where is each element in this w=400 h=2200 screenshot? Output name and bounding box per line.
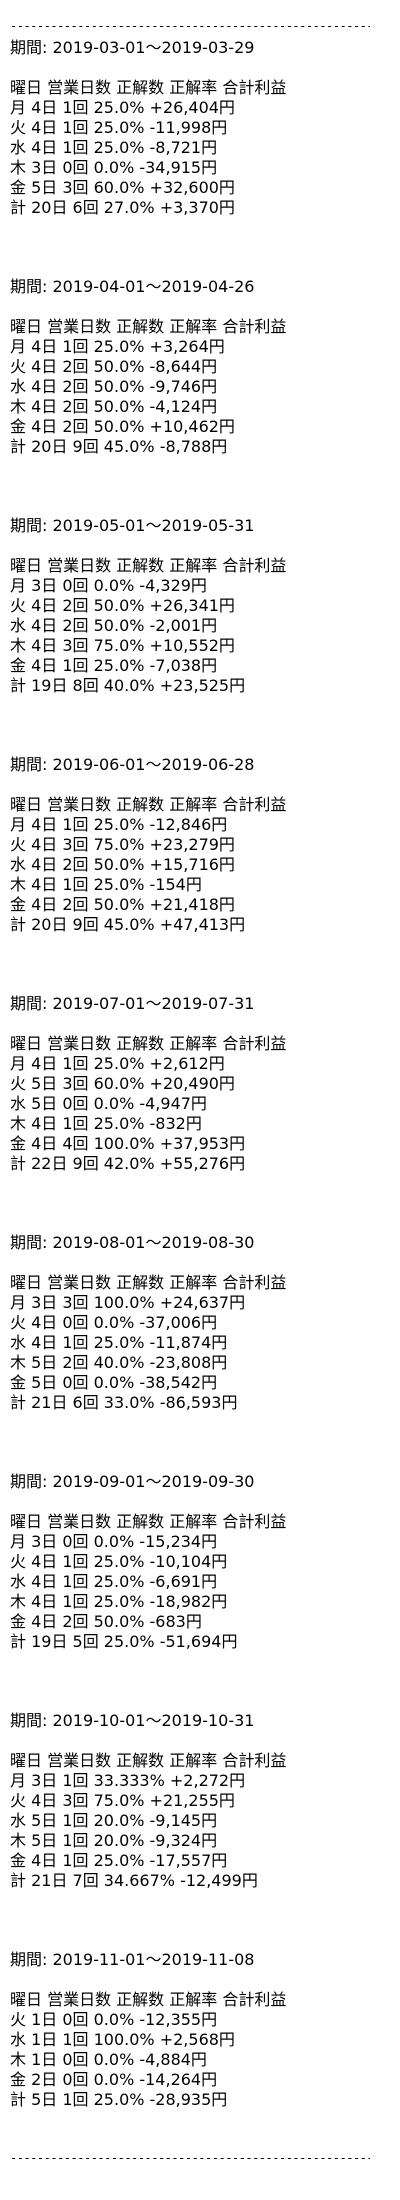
table-row: 月 3日 0回 0.0% -15,234円	[10, 1532, 218, 1551]
table-row: 火 4日 3回 75.0% +21,255円	[10, 1791, 235, 1810]
weekday-table: 曜日 営業日数 正解数 正解率 合計利益月 3日 0回 0.0% -4,329円…	[10, 556, 400, 696]
period-label: 期間: 2019-05-01～2019-05-31	[10, 516, 255, 535]
table-header: 曜日 営業日数 正解数 正解率 合計利益	[10, 1990, 287, 2009]
table-row: 月 4日 1回 25.0% -12,846円	[10, 815, 228, 834]
report-document: ----------------------------------------…	[0, 0, 400, 2200]
table-row: 木 4日 1回 25.0% -18,982円	[10, 1592, 228, 1611]
period-label: 期間: 2019-07-01～2019-07-31	[10, 994, 255, 1013]
weekday-table: 曜日 営業日数 正解数 正解率 合計利益月 3日 0回 0.0% -15,234…	[10, 1512, 400, 1652]
table-header: 曜日 営業日数 正解数 正解率 合計利益	[10, 1034, 287, 1053]
table-header: 曜日 営業日数 正解数 正解率 合計利益	[10, 1512, 287, 1531]
table-row: 水 4日 1回 25.0% -6,691円	[10, 1572, 218, 1591]
table-row: 計 20日 9回 45.0% +47,413円	[10, 915, 246, 934]
table-row: 火 4日 2回 50.0% -8,644円	[10, 357, 218, 376]
table-row: 金 2日 0回 0.0% -14,264円	[10, 2070, 218, 2089]
weekday-table: 曜日 営業日数 正解数 正解率 合計利益月 4日 1回 25.0% -12,84…	[10, 795, 400, 935]
table-header: 曜日 営業日数 正解数 正解率 合計利益	[10, 795, 287, 814]
table-row: 計 20日 6回 27.0% +3,370円	[10, 198, 235, 217]
table-row: 計 5日 1回 25.0% -28,935円	[10, 2090, 228, 2109]
bottom-divider: ----------------------------------------…	[10, 2151, 370, 2165]
table-row: 木 3日 0回 0.0% -34,915円	[10, 158, 218, 177]
table-header: 曜日 営業日数 正解数 正解率 合計利益	[10, 556, 287, 575]
table-header: 曜日 営業日数 正解数 正解率 合計利益	[10, 1273, 287, 1292]
table-header: 曜日 営業日数 正解数 正解率 合計利益	[10, 78, 287, 97]
table-row: 金 4日 2回 50.0% -683円	[10, 1612, 202, 1631]
table-row: 金 4日 4回 100.0% +37,953円	[10, 1134, 246, 1153]
report-sections: 期間: 2019-03-01～2019-03-29 曜日 営業日数 正解数 正解率…	[10, 38, 400, 2110]
period-label: 期間: 2019-11-01～2019-11-08	[10, 1950, 255, 1969]
period-label: 期間: 2019-06-01～2019-06-28	[10, 755, 255, 774]
table-row: 水 4日 1回 25.0% -8,721円	[10, 138, 218, 157]
table-row: 月 3日 1回 33.333% +2,272円	[10, 1771, 246, 1790]
period-section: 期間: 2019-07-01～2019-07-31 曜日 営業日数 正解数 正解率…	[10, 994, 400, 1174]
top-divider: ----------------------------------------…	[10, 19, 370, 33]
table-row: 水 5日 0回 0.0% -4,947円	[10, 1094, 207, 1113]
period-label: 期間: 2019-08-01～2019-08-30	[10, 1233, 255, 1252]
table-row: 木 1日 0回 0.0% -4,884円	[10, 2050, 207, 2069]
period-label: 期間: 2019-03-01～2019-03-29	[10, 38, 255, 57]
table-row: 金 5日 0回 0.0% -38,542円	[10, 1373, 218, 1392]
table-row: 火 1日 0回 0.0% -12,355円	[10, 2010, 218, 2029]
table-row: 金 4日 1回 25.0% -7,038円	[10, 656, 218, 675]
weekday-table: 曜日 営業日数 正解数 正解率 合計利益月 4日 1回 25.0% +26,40…	[10, 78, 400, 218]
table-row: 計 22日 9回 42.0% +55,276円	[10, 1154, 246, 1173]
weekday-table: 曜日 営業日数 正解数 正解率 合計利益月 3日 3回 100.0% +24,6…	[10, 1273, 400, 1413]
table-row: 月 4日 1回 25.0% +3,264円	[10, 337, 225, 356]
table-row: 木 4日 1回 25.0% -832円	[10, 1114, 202, 1133]
table-row: 木 5日 2回 40.0% -23,808円	[10, 1353, 228, 1372]
period-section: 期間: 2019-09-01～2019-09-30 曜日 営業日数 正解数 正解率…	[10, 1472, 400, 1652]
table-row: 金 4日 2回 50.0% +10,462円	[10, 417, 235, 436]
table-row: 水 4日 2回 50.0% -9,746円	[10, 377, 218, 396]
table-row: 月 4日 1回 25.0% +2,612円	[10, 1054, 225, 1073]
period-section: 期間: 2019-10-01～2019-10-31 曜日 営業日数 正解数 正解率…	[10, 1711, 400, 1891]
table-row: 金 5日 3回 60.0% +32,600円	[10, 178, 235, 197]
table-row: 金 4日 2回 50.0% +21,418円	[10, 895, 235, 914]
period-label: 期間: 2019-04-01～2019-04-26	[10, 277, 255, 296]
table-row: 火 4日 0回 0.0% -37,006円	[10, 1313, 218, 1332]
table-row: 水 4日 2回 50.0% -2,001円	[10, 616, 218, 635]
table-row: 計 19日 5回 25.0% -51,694円	[10, 1632, 238, 1651]
table-row: 火 4日 2回 50.0% +26,341円	[10, 596, 235, 615]
table-row: 金 4日 1回 25.0% -17,557円	[10, 1851, 228, 1870]
table-row: 火 4日 3回 75.0% +23,279円	[10, 835, 235, 854]
table-row: 木 4日 1回 25.0% -154円	[10, 875, 202, 894]
period-section: 期間: 2019-06-01～2019-06-28 曜日 営業日数 正解数 正解率…	[10, 755, 400, 935]
table-row: 火 5日 3回 60.0% +20,490円	[10, 1074, 235, 1093]
weekday-table: 曜日 営業日数 正解数 正解率 合計利益火 1日 0回 0.0% -12,355…	[10, 1990, 400, 2110]
weekday-table: 曜日 営業日数 正解数 正解率 合計利益月 4日 1回 25.0% +3,264…	[10, 317, 400, 457]
table-row: 月 3日 0回 0.0% -4,329円	[10, 576, 207, 595]
table-row: 火 4日 1回 25.0% -11,998円	[10, 118, 228, 137]
period-section: 期間: 2019-05-01～2019-05-31 曜日 営業日数 正解数 正解率…	[10, 516, 400, 696]
table-row: 水 4日 1回 25.0% -11,874円	[10, 1333, 228, 1352]
period-label: 期間: 2019-09-01～2019-09-30	[10, 1472, 255, 1491]
table-row: 計 19日 8回 40.0% +23,525円	[10, 676, 246, 695]
period-section: 期間: 2019-11-01～2019-11-08 曜日 営業日数 正解数 正解率…	[10, 1950, 400, 2110]
period-label: 期間: 2019-10-01～2019-10-31	[10, 1711, 255, 1730]
weekday-table: 曜日 営業日数 正解数 正解率 合計利益月 3日 1回 33.333% +2,2…	[10, 1751, 400, 1891]
table-row: 月 4日 1回 25.0% +26,404円	[10, 98, 235, 117]
table-row: 計 21日 7回 34.667% -12,499円	[10, 1871, 258, 1890]
weekday-table: 曜日 営業日数 正解数 正解率 合計利益月 4日 1回 25.0% +2,612…	[10, 1034, 400, 1174]
table-row: 水 1日 1回 100.0% +2,568円	[10, 2030, 235, 2049]
table-row: 水 4日 2回 50.0% +15,716円	[10, 855, 235, 874]
table-row: 木 4日 3回 75.0% +10,552円	[10, 636, 235, 655]
period-section: 期間: 2019-08-01～2019-08-30 曜日 営業日数 正解数 正解率…	[10, 1233, 400, 1413]
table-row: 計 20日 9回 45.0% -8,788円	[10, 437, 228, 456]
period-section: 期間: 2019-03-01～2019-03-29 曜日 営業日数 正解数 正解率…	[10, 38, 400, 218]
table-header: 曜日 営業日数 正解数 正解率 合計利益	[10, 317, 287, 336]
table-row: 計 21日 6回 33.0% -86,593円	[10, 1393, 238, 1412]
table-header: 曜日 営業日数 正解数 正解率 合計利益	[10, 1751, 287, 1770]
table-row: 月 3日 3回 100.0% +24,637円	[10, 1293, 246, 1312]
table-row: 木 5日 1回 20.0% -9,324円	[10, 1831, 218, 1850]
table-row: 火 4日 1回 25.0% -10,104円	[10, 1552, 228, 1571]
period-section: 期間: 2019-04-01～2019-04-26 曜日 営業日数 正解数 正解率…	[10, 277, 400, 457]
table-row: 木 4日 2回 50.0% -4,124円	[10, 397, 218, 416]
table-row: 水 5日 1回 20.0% -9,145円	[10, 1811, 218, 1830]
